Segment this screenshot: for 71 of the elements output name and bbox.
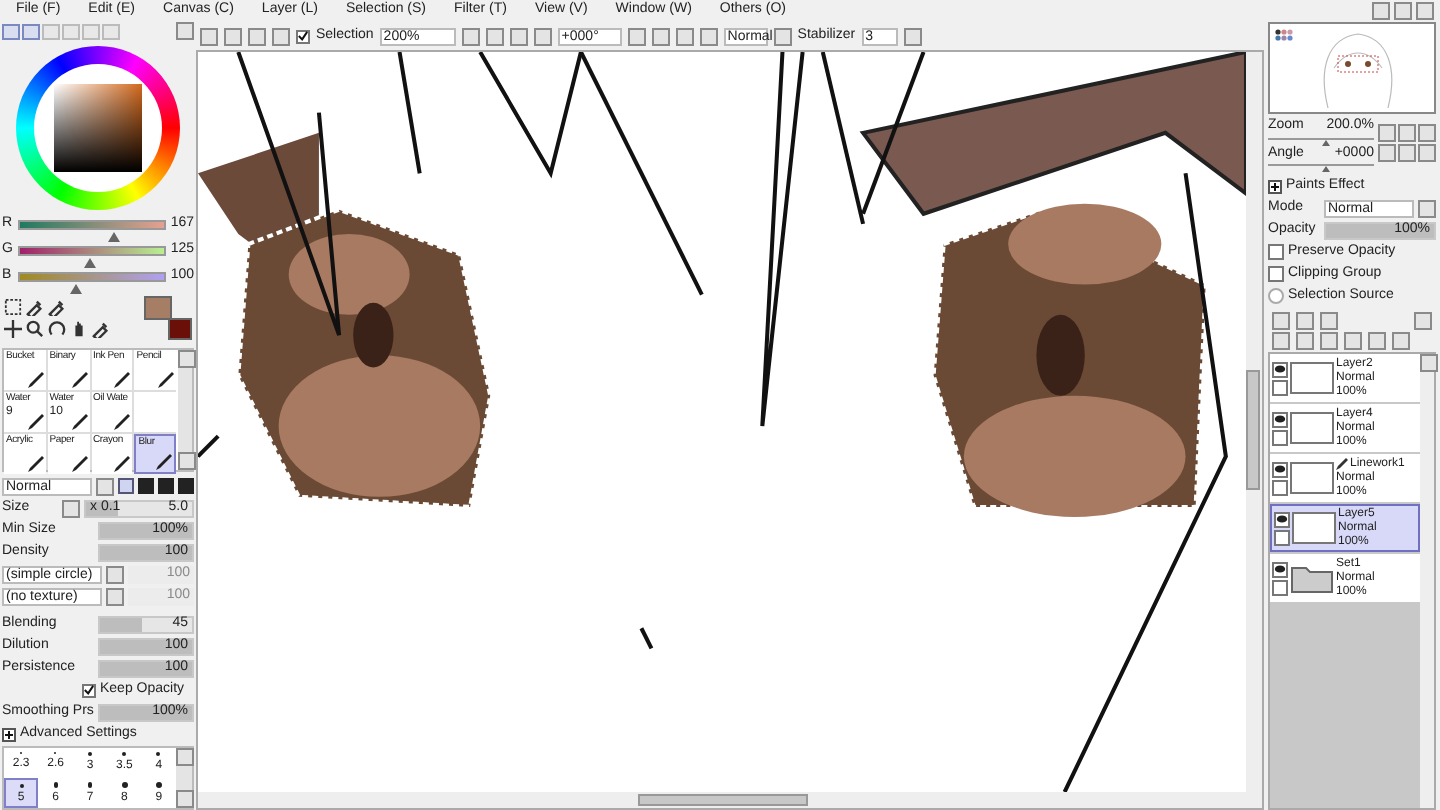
layer-thumbnail (1290, 362, 1334, 394)
folder-icon (1290, 562, 1334, 594)
brush-icon (27, 456, 44, 473)
lock-toggle[interactable] (1272, 429, 1288, 445)
brush-icon (71, 456, 87, 473)
slider-thumb[interactable] (70, 283, 83, 294)
minimize-button[interactable] (1372, 2, 1390, 20)
toolbar-button[interactable] (533, 27, 552, 45)
dropdown-button[interactable] (1418, 199, 1436, 217)
checkbox[interactable] (1268, 266, 1284, 282)
slider-thumb[interactable] (1321, 139, 1329, 145)
merge-button[interactable] (1320, 332, 1338, 350)
layer-thumbnail (1290, 462, 1334, 494)
toolbar-button[interactable] (773, 27, 792, 45)
navigator-preview[interactable] (1268, 22, 1436, 114)
toolbar-button[interactable] (903, 27, 922, 45)
visibility-toggle[interactable] (1272, 411, 1288, 427)
lock-toggle[interactable] (1272, 579, 1288, 595)
navigator-slider[interactable] (1268, 137, 1374, 143)
brush-icon (71, 414, 87, 431)
zoom-icon[interactable] (26, 320, 44, 339)
rect-select-icon[interactable] (4, 298, 22, 317)
brush-icon (114, 456, 131, 473)
scroll-up-button[interactable] (176, 748, 194, 767)
maximize-button[interactable] (1394, 2, 1412, 20)
new-folder-button[interactable] (1320, 312, 1338, 330)
brush-icon (158, 372, 174, 389)
expand-icon[interactable] (1268, 179, 1282, 193)
new-layer-button[interactable] (1272, 312, 1290, 330)
visibility-toggle[interactable] (1272, 561, 1288, 577)
visibility-toggle[interactable] (1274, 511, 1290, 527)
scroll-down-button[interactable] (178, 452, 196, 471)
layer-thumbnail (1292, 512, 1336, 544)
brush-icon (71, 372, 87, 389)
foreground-color-swatch[interactable] (144, 296, 172, 321)
selection-checkbox[interactable] (296, 29, 310, 43)
navigator-slider[interactable] (1268, 164, 1374, 170)
checkbox[interactable] (1268, 244, 1284, 260)
move-icon[interactable] (4, 320, 22, 339)
toolbar-button[interactable] (461, 27, 480, 45)
slider-thumb[interactable] (1321, 166, 1329, 172)
layer-thumbnail (1290, 412, 1334, 444)
zoom-in-button[interactable] (509, 27, 528, 45)
scroll-up-button[interactable] (1420, 354, 1438, 372)
new-linework-button[interactable] (1296, 312, 1314, 330)
background-color-swatch[interactable] (168, 318, 192, 341)
scroll-thumb[interactable] (637, 794, 807, 806)
scroll-down-button[interactable] (176, 790, 194, 809)
rotate-icon[interactable] (48, 320, 66, 339)
visibility-toggle[interactable] (1272, 461, 1288, 477)
expand-icon[interactable] (2, 727, 16, 742)
lock-toggle[interactable] (1272, 479, 1288, 495)
scrollbar[interactable] (1420, 354, 1434, 808)
brush-icon (156, 454, 172, 471)
saturation-value-square[interactable] (54, 83, 142, 172)
delete-button[interactable] (1344, 332, 1362, 350)
zoom-out-button[interactable] (485, 27, 504, 45)
checkbox[interactable] (82, 683, 96, 698)
scroll-up-button[interactable] (178, 350, 196, 369)
visibility-toggle[interactable] (1272, 361, 1288, 377)
close-button[interactable] (1416, 2, 1434, 20)
pen-icon (1336, 458, 1348, 470)
mask-button[interactable] (1414, 312, 1432, 330)
panel-menu-button[interactable] (176, 22, 194, 41)
radio-button[interactable] (1268, 288, 1284, 304)
lock-toggle[interactable] (1274, 529, 1290, 545)
horizontal-scrollbar[interactable] (198, 792, 1246, 808)
scrollbar[interactable] (178, 350, 192, 471)
scroll-thumb[interactable] (1246, 370, 1260, 490)
lock-toggle[interactable] (1272, 379, 1288, 395)
scrollbar[interactable] (176, 748, 192, 809)
